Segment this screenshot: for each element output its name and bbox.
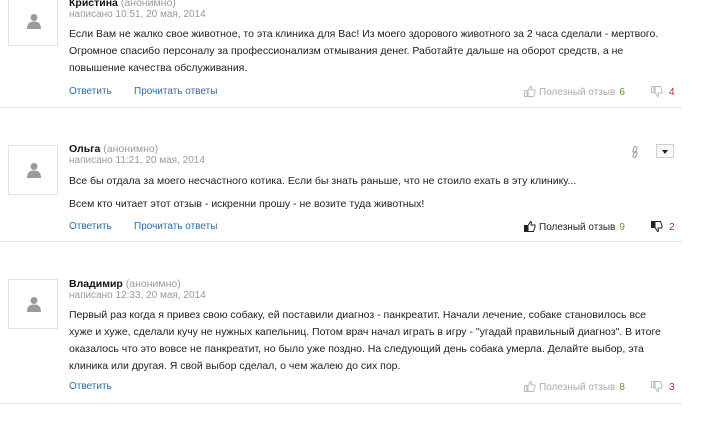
reply-link[interactable]: Ответить xyxy=(69,381,112,392)
thumbs-down-icon xyxy=(651,381,663,393)
review-divider xyxy=(0,241,682,242)
review-timestamp: написано 12:33, 20 мая, 2014 xyxy=(69,290,206,301)
review-author: Ольга (анонимно) xyxy=(69,143,158,155)
thumbs-down-icon xyxy=(651,221,663,233)
thumbs-up-icon xyxy=(524,380,536,392)
avatar xyxy=(8,279,58,329)
author-anon-label: (анонимно) xyxy=(125,278,181,290)
useful-review-button[interactable]: Полезный отзыв 8 xyxy=(524,380,625,393)
useful-review-button[interactable]: Полезный отзыв 9 xyxy=(524,220,625,233)
review-timestamp: написано 10:51, 20 мая, 2014 xyxy=(69,9,206,20)
review-divider xyxy=(0,107,682,108)
review-text: Если Вам не жалко свое животное, то эта … xyxy=(69,26,669,77)
useful-count: 8 xyxy=(619,382,625,393)
author-anon-label: (анонимно) xyxy=(120,0,176,9)
useful-count: 6 xyxy=(619,87,625,98)
review-item: Кристина (анонимно) написано 10:51, 20 м… xyxy=(0,0,682,108)
reply-link[interactable]: Ответить xyxy=(69,86,112,97)
user-silhouette-icon xyxy=(27,297,41,312)
thumbs-up-icon xyxy=(524,85,536,97)
review-item: Владимир (анонимно) написано 12:33, 20 м… xyxy=(0,272,682,404)
review-text: Первый раз когда я привез свою собаку, е… xyxy=(69,307,669,375)
useful-label: Полезный отзыв xyxy=(539,87,616,98)
author-name: Владимир xyxy=(69,278,123,290)
dislike-button[interactable]: 2 xyxy=(651,221,675,233)
review-author: Кристина (анонимно) xyxy=(69,0,176,9)
review-paragraph: Первый раз когда я привез свою собаку, е… xyxy=(69,309,661,372)
review-author: Владимир (анонимно) xyxy=(69,278,181,290)
review-paragraph: Всем кто читает этот отзыв - искренни пр… xyxy=(69,198,425,210)
author-name: Ольга xyxy=(69,143,101,155)
review-timestamp: написано 11:21, 20 мая, 2014 xyxy=(69,155,205,166)
review-text: Все бы отдала за моего несчастного котик… xyxy=(69,173,669,213)
useful-count: 9 xyxy=(619,222,625,233)
review-actions: Ответить Прочитать ответы Полезный отзыв… xyxy=(0,85,682,100)
dislike-button[interactable]: 4 xyxy=(651,86,675,98)
review-paragraph: Все бы отдала за моего несчастного котик… xyxy=(69,175,577,187)
thumbs-down-icon xyxy=(651,86,663,98)
dislike-count: 2 xyxy=(669,222,675,233)
chevron-down-icon xyxy=(662,150,668,154)
review-divider xyxy=(0,403,682,404)
user-silhouette-icon xyxy=(27,14,41,29)
useful-label: Полезный отзыв xyxy=(539,382,616,393)
thumbs-up-icon xyxy=(524,220,536,232)
author-name: Кристина xyxy=(69,0,118,9)
link-icon[interactable] xyxy=(630,146,640,158)
user-silhouette-icon xyxy=(27,163,41,178)
author-anon-label: (анонимно) xyxy=(103,143,159,155)
useful-review-button[interactable]: Полезный отзыв 6 xyxy=(524,85,625,98)
review-menu-dropdown[interactable] xyxy=(656,144,674,158)
review-actions: Ответить Полезный отзыв 8 3 xyxy=(0,380,682,395)
avatar xyxy=(8,145,58,195)
read-replies-link[interactable]: Прочитать ответы xyxy=(134,221,217,232)
avatar xyxy=(8,0,58,46)
dislike-count: 3 xyxy=(669,382,675,393)
review-paragraph: Если Вам не жалко свое животное, то эта … xyxy=(69,28,659,74)
read-replies-link[interactable]: Прочитать ответы xyxy=(134,86,217,97)
dislike-count: 4 xyxy=(669,87,675,98)
review-actions: Ответить Прочитать ответы Полезный отзыв… xyxy=(0,220,682,235)
dislike-button[interactable]: 3 xyxy=(651,381,675,393)
review-item: Ольга (анонимно) написано 11:21, 20 мая,… xyxy=(0,130,682,242)
reply-link[interactable]: Ответить xyxy=(69,221,112,232)
useful-label: Полезный отзыв xyxy=(539,222,616,233)
